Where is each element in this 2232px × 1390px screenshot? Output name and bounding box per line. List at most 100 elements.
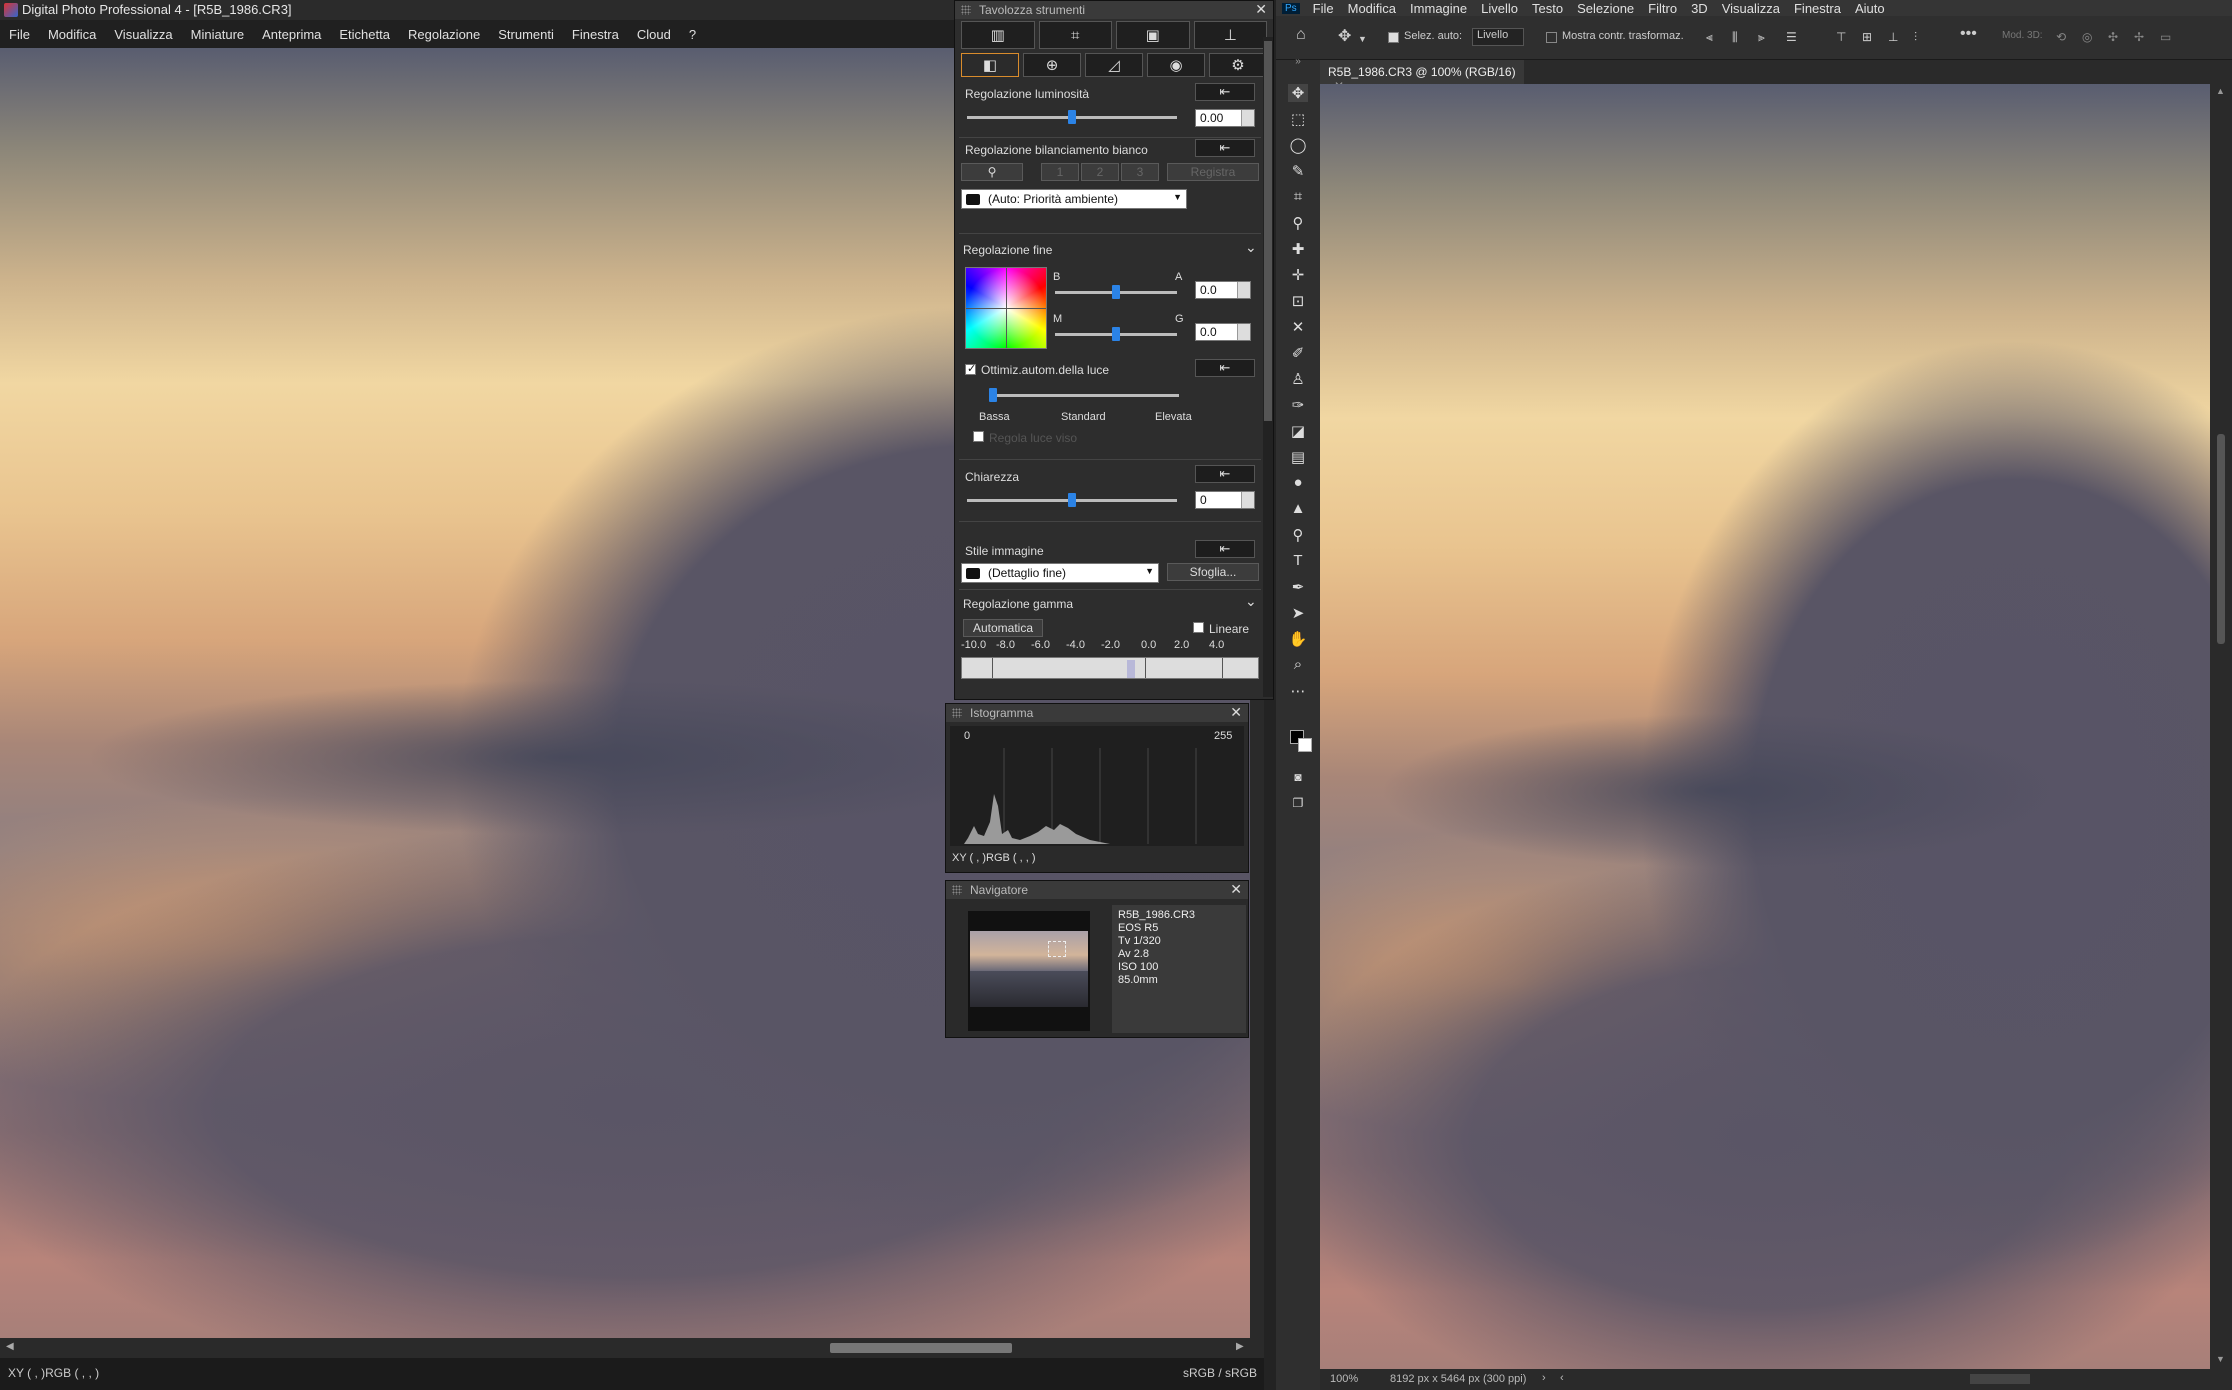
quick-mask-icon[interactable]: ◙ [1288,770,1308,788]
more-tools-icon[interactable]: ⋯ [1288,682,1308,700]
alo-checkbox[interactable]: ✓ [965,363,976,375]
wb-slot-3[interactable]: 3 [1121,163,1159,181]
dpp-menu-view[interactable]: Visualizza [105,27,181,42]
wb-reset-button[interactable]: ⇤ [1195,139,1255,157]
distribute-vertical-icon[interactable]: ⫶ [1914,30,1917,46]
slide-3d-icon[interactable]: ✢ [2134,30,2144,46]
tool-palette-title-bar[interactable]: Tavolozza strumenti ✕ [955,1,1273,19]
patch-tool[interactable]: ⊡ [1288,292,1308,310]
ps-menu-edit[interactable]: Modifica [1341,1,1403,16]
palette-scroll-thumb[interactable] [1264,41,1272,421]
dpp-menu-window[interactable]: Finestra [563,27,628,42]
expand-icon[interactable]: » [1288,56,1308,74]
path-select-tool[interactable]: ➤ [1288,604,1308,622]
wb-slot-1[interactable]: 1 [1041,163,1079,181]
wb-mode-select[interactable]: (Auto: Priorità ambiente) ▼ [961,189,1187,209]
screen-mode-icon[interactable]: ❐ [1288,796,1308,814]
grip-icon[interactable] [952,885,962,895]
tab-basic-adjust[interactable]: ◧ [961,53,1019,77]
fine-ba-slider[interactable] [1055,285,1177,299]
sharpen-tool[interactable]: ▲ [1288,500,1308,518]
align-left-icon[interactable]: ⫷ [1706,30,1713,46]
wb-register-button[interactable]: Registra [1167,163,1259,181]
align-right-icon[interactable]: ⫸ [1758,30,1765,46]
picture-style-reset-button[interactable]: ⇤ [1195,540,1255,558]
palette-scrollbar[interactable] [1263,37,1273,697]
ps-menu-3d[interactable]: 3D [1684,1,1715,16]
pan-3d-icon[interactable]: ✣ [2108,30,2118,46]
gamma-mid-point[interactable] [1145,658,1146,678]
ps-horizontal-scroll-thumb[interactable] [1970,1374,2030,1384]
dpp-menu-cloud[interactable]: Cloud [628,27,680,42]
ps-vertical-scrollbar[interactable]: ▲ ▼ [2210,84,2232,1369]
dpp-horizontal-scrollbar[interactable]: ◀ ▶ [0,1338,1264,1358]
move-tool[interactable]: ✥ [1288,84,1308,102]
auto-select-checkbox[interactable] [1388,32,1399,43]
brightness-slider[interactable] [967,110,1177,124]
ps-scroll-thumb[interactable] [2217,434,2225,644]
background-color-swatch[interactable] [1298,738,1312,752]
hand-tool[interactable]: ✋ [1288,630,1308,648]
pen-tool[interactable]: ✒ [1288,578,1308,596]
grip-icon[interactable] [961,5,971,15]
fine-mg-slider[interactable] [1055,327,1177,341]
dpp-menu-file[interactable]: File [0,27,39,42]
color-wheel[interactable] [965,267,1047,349]
navigator-title-bar[interactable]: Navigatore ✕ [946,881,1248,899]
close-icon[interactable]: ✕ [1230,881,1242,898]
dpp-menu-adjust[interactable]: Regolazione [399,27,489,42]
eyedropper-tool[interactable]: ⚲ [1288,214,1308,232]
align-middle-icon[interactable]: ⊞ [1862,30,1872,46]
gamma-white-point[interactable] [1222,658,1223,678]
quick-select-tool[interactable]: ✎ [1288,162,1308,180]
dpp-scroll-thumb[interactable] [830,1343,1012,1353]
zoom-tool[interactable]: ⌕ [1288,656,1308,674]
tab-detail[interactable]: ⊕ [1023,53,1081,77]
navigator-view-frame[interactable] [1048,941,1066,957]
chevron-left-icon[interactable]: ‹ [1560,1372,1564,1384]
scroll-down-icon[interactable]: ▼ [2216,1354,2225,1364]
clarity-slider[interactable] [967,493,1177,507]
blur-tool[interactable]: ● [1288,474,1308,492]
dpp-menu-tools[interactable]: Strumenti [489,27,563,42]
wb-slot-2[interactable]: 2 [1081,163,1119,181]
marquee-tool[interactable]: ⬚ [1288,110,1308,128]
dpp-menu-preview[interactable]: Anteprima [253,27,330,42]
clarity-reset-button[interactable]: ⇤ [1195,465,1255,483]
picture-style-browse-button[interactable]: Sfoglia... [1167,563,1259,581]
fine-ba-knob[interactable] [1112,285,1120,299]
wb-eyedropper-button[interactable]: ⚲ [961,163,1023,181]
scale-3d-icon[interactable]: ▭ [2160,30,2171,46]
crop-icon[interactable]: ⌗ [1038,21,1112,49]
close-icon[interactable]: ✕ [1255,1,1267,18]
clarity-input[interactable]: 0 [1195,491,1255,509]
alo-knob[interactable] [989,388,997,402]
distribute-icon[interactable]: ☰ [1786,30,1797,46]
home-icon[interactable]: ⌂ [1296,26,1306,43]
ps-menu-image[interactable]: Immagine [1403,1,1474,16]
brightness-knob[interactable] [1068,110,1076,124]
compare-icon[interactable]: ▥ [961,21,1035,49]
alo-slider[interactable] [989,388,1179,402]
align-top-icon[interactable]: ⊤ [1836,30,1846,46]
gamma-graph[interactable] [961,657,1259,679]
gradient-tool[interactable]: ▤ [1288,448,1308,466]
gamma-black-point[interactable] [992,658,993,678]
more-options-icon[interactable]: ••• [1960,25,1977,42]
fine-mg-knob[interactable] [1112,327,1120,341]
brightness-input[interactable]: 0.00 [1195,109,1255,127]
tab-color[interactable]: ◉ [1147,53,1205,77]
crop-tool[interactable]: ⌗ [1288,188,1308,206]
stamp-icon[interactable]: ⊥ [1193,21,1267,49]
scroll-right-icon[interactable]: ▶ [1236,1341,1244,1352]
spot-healing-tool[interactable]: ✚ [1288,240,1308,258]
content-aware-move-tool[interactable]: ✕ [1288,318,1308,336]
dpp-menu-edit[interactable]: Modifica [39,27,105,42]
close-icon[interactable]: ✕ [1230,704,1242,721]
dodge-tool[interactable]: ⚲ [1288,526,1308,544]
gamma-auto-button[interactable]: Automatica [963,619,1043,637]
show-transform-checkbox[interactable] [1546,32,1557,43]
histogram-title-bar[interactable]: Istogramma ✕ [946,704,1248,722]
picture-style-select[interactable]: (Dettaglio fine) ▼ [961,563,1159,583]
ps-menu-file[interactable]: File [1306,1,1341,16]
